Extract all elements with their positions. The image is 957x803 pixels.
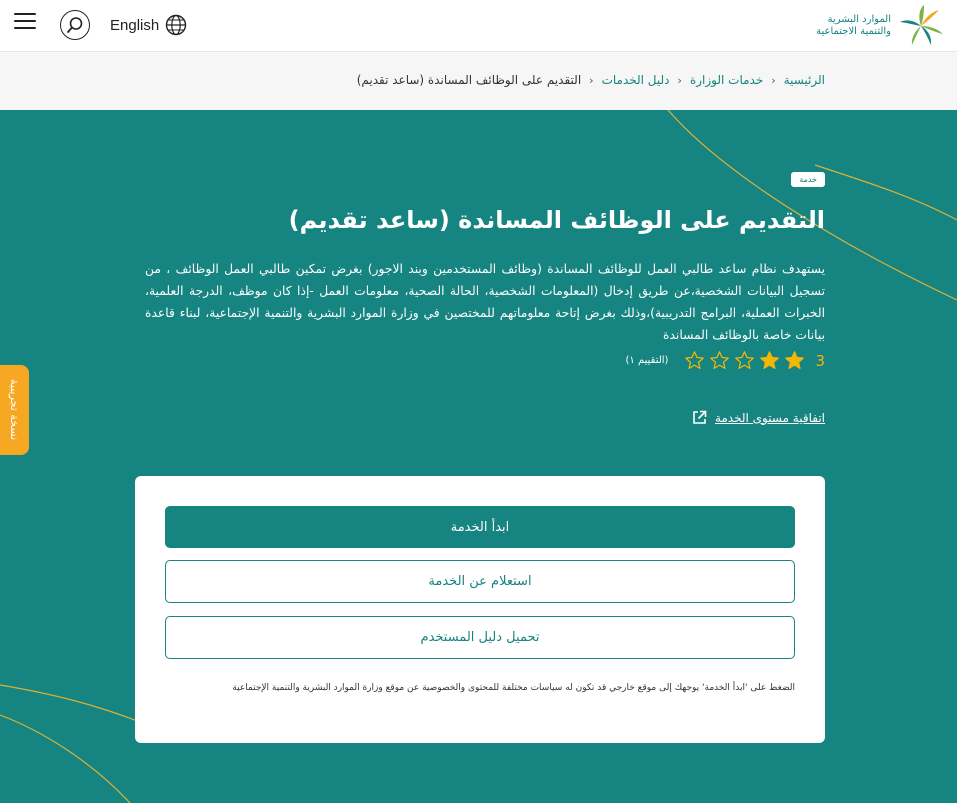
download-user-guide-button[interactable]: تحميل دليل المستخدم (165, 616, 795, 659)
start-service-button[interactable]: ابدأ الخدمة (165, 506, 795, 548)
breadcrumb-home[interactable]: الرئيسية (784, 73, 825, 87)
chevron-left-icon: ‹ (589, 73, 594, 87)
service-actions-card: ابدأ الخدمة استعلام عن الخدمة تحميل دليل… (135, 476, 825, 743)
sla-link-label[interactable]: اتفاقية مستوى الخدمة (715, 411, 825, 425)
service-inquiry-button[interactable]: استعلام عن الخدمة (165, 560, 795, 603)
breadcrumb-ministry-services[interactable]: خدمات الوزارة (690, 73, 763, 87)
page-title: التقديم على الوظائف المساندة (ساعد تقديم… (288, 206, 825, 234)
breadcrumb-current: التقديم على الوظائف المساندة (ساعد تقديم… (356, 73, 582, 87)
beta-version-tab[interactable]: نسخة تجريبية (0, 365, 29, 455)
logo-line-1: الموارد البشرية (827, 14, 891, 25)
ministry-logo[interactable]: الموارد البشرية والتنمية الاجتماعية (816, 4, 945, 48)
external-link-icon (693, 410, 707, 424)
chevron-left-icon: ‹ (771, 73, 776, 87)
star-filled-icon[interactable] (759, 350, 780, 371)
star-empty-icon[interactable] (684, 350, 705, 371)
beta-version-label[interactable]: نسخة تجريبية (8, 379, 21, 440)
breadcrumb-services-guide[interactable]: دليل الخدمات (602, 73, 670, 87)
logo-line-2: والتنمية الاجتماعية (816, 26, 891, 37)
logo-text: الموارد البشرية والتنمية الاجتماعية (816, 14, 891, 38)
globe-icon (166, 14, 187, 36)
service-description: يستهدف نظام ساعد طالبي العمل للوظائف الم… (145, 262, 825, 342)
chevron-left-icon: ‹ (677, 73, 682, 87)
breadcrumb: الرئيسية ‹ خدمات الوزارة ‹ دليل الخدمات … (357, 73, 825, 87)
external-site-notice: الضغط على 'ابدأ الخدمة' يوجهك إلى موقع خ… (232, 683, 795, 693)
sla-link[interactable]: اتفاقية مستوى الخدمة (692, 410, 825, 425)
rating-value: 3 (815, 351, 825, 370)
language-label[interactable]: English (110, 17, 159, 34)
rating-count: (التقييم ١) (625, 355, 669, 366)
service-rating: 3 (التقييم ١) (625, 350, 825, 371)
logo-emblem-icon (900, 5, 943, 45)
breadcrumb-bar: الرئيسية ‹ خدمات الوزارة ‹ دليل الخدمات … (0, 52, 957, 110)
service-type-badge: خدمة (791, 172, 825, 187)
site-header: English الموارد البشرية والتنمية الاجتما… (0, 0, 957, 52)
menu-icon[interactable] (14, 13, 36, 31)
star-empty-icon[interactable] (734, 350, 755, 371)
star-empty-icon[interactable] (709, 350, 730, 371)
star-filled-icon[interactable] (784, 350, 805, 371)
rating-stars[interactable] (684, 350, 805, 371)
search-icon[interactable] (60, 10, 90, 40)
language-switch[interactable]: English (110, 14, 187, 36)
